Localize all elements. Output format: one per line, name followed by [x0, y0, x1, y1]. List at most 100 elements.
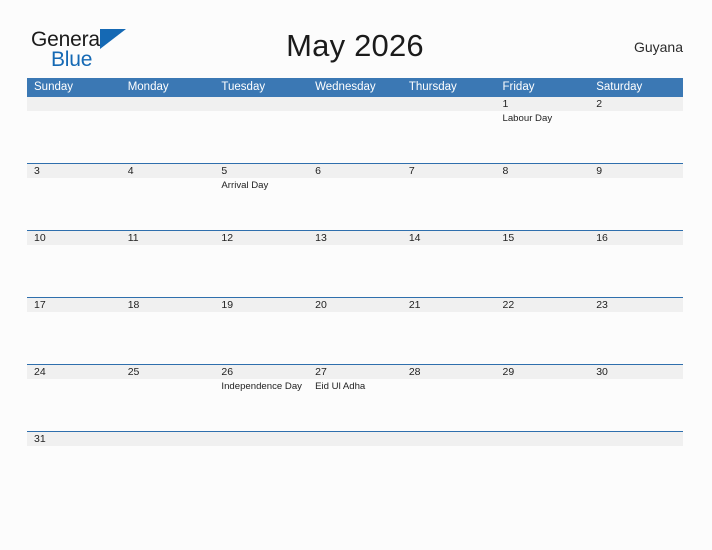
day-number-empty — [214, 432, 308, 446]
day-cell-empty — [496, 178, 590, 230]
day-number[interactable]: 12 — [214, 231, 308, 245]
day-number[interactable]: 18 — [121, 298, 215, 312]
day-number[interactable]: 30 — [589, 365, 683, 379]
day-number-empty — [402, 97, 496, 111]
week-date-number-band: 31 — [27, 432, 683, 446]
day-cell-empty — [402, 245, 496, 297]
week-date-number-band: 10 11 12 13 14 15 16 — [27, 231, 683, 245]
day-cell-empty — [27, 178, 121, 230]
day-cell-empty — [121, 446, 215, 462]
day-number[interactable]: 22 — [496, 298, 590, 312]
day-number[interactable]: 24 — [27, 365, 121, 379]
day-number[interactable]: 10 — [27, 231, 121, 245]
day-event-label: Eid Ul Adha — [315, 381, 366, 392]
day-number[interactable]: 25 — [121, 365, 215, 379]
country-label: Guyana — [633, 39, 683, 55]
day-number[interactable]: 1 — [496, 97, 590, 111]
day-number[interactable]: 29 — [496, 365, 590, 379]
day-cell-empty — [496, 312, 590, 364]
day-number[interactable]: 11 — [121, 231, 215, 245]
calendar-page: General Blue May 2026 Guyana Sunday Monda… — [0, 0, 712, 550]
day-cell-empty — [214, 245, 308, 297]
week-date-number-band: 24 25 26 27 28 29 30 — [27, 365, 683, 379]
calendar-week-row: 31 — [27, 431, 683, 462]
week-event-band — [27, 312, 683, 364]
calendar-week-row: 1 2 Labour Day — [27, 97, 683, 163]
day-cell-empty — [589, 312, 683, 364]
page-title: May 2026 — [286, 28, 424, 63]
day-cell-empty — [214, 312, 308, 364]
day-number[interactable]: 26 — [214, 365, 308, 379]
day-of-week-header-monday: Monday — [127, 81, 169, 93]
day-number[interactable]: 31 — [27, 432, 121, 446]
day-cell-empty — [402, 111, 496, 163]
calendar-weeks: 1 2 Labour Day 3 4 5 6 7 8 9 Arrival Day 10 11 12 13 14… — [27, 97, 683, 462]
day-number[interactable]: 23 — [589, 298, 683, 312]
calendar-week-row: 10 11 12 13 14 15 16 — [27, 230, 683, 297]
day-number[interactable]: 13 — [308, 231, 402, 245]
day-number-empty — [402, 432, 496, 446]
day-number-empty — [496, 432, 590, 446]
day-number-empty — [121, 97, 215, 111]
day-number[interactable]: 19 — [214, 298, 308, 312]
day-number[interactable]: 8 — [496, 164, 590, 178]
day-cell-empty — [402, 379, 496, 431]
day-of-week-header-sunday: Sunday — [34, 81, 74, 93]
day-number-empty — [121, 432, 215, 446]
day-of-week-header-row: Sunday Monday Tuesday Wednesday Thursday Frid… — [27, 78, 683, 97]
day-cell-empty — [402, 312, 496, 364]
day-cell-empty — [27, 446, 121, 462]
day-cell-empty — [589, 379, 683, 431]
day-cell-empty — [27, 379, 121, 431]
week-date-number-band: 17 18 19 20 21 22 23 — [27, 298, 683, 312]
week-date-number-band: 12 — [27, 97, 683, 111]
day-cell-empty — [27, 312, 121, 364]
day-cell-empty — [402, 446, 496, 462]
page-header: General Blue May 2026 Guyana — [27, 24, 683, 72]
day-number[interactable]: 21 — [402, 298, 496, 312]
day-cell-empty — [121, 312, 215, 364]
week-date-number-band: 3456789 — [27, 164, 683, 178]
day-number-empty — [308, 432, 402, 446]
day-event-label: Independence Day — [221, 381, 302, 392]
day-number[interactable]: 27 — [308, 365, 402, 379]
day-number[interactable]: 9 — [589, 164, 683, 178]
day-cell-empty — [121, 178, 215, 230]
day-cell-empty — [214, 446, 308, 462]
day-cell-empty — [589, 446, 683, 462]
week-event-band: Arrival Day — [27, 178, 683, 230]
day-cell-empty — [121, 245, 215, 297]
day-cell-empty — [496, 245, 590, 297]
day-number-empty — [589, 432, 683, 446]
day-cell-empty — [308, 312, 402, 364]
day-cell-empty — [121, 111, 215, 163]
day-number[interactable]: 14 — [402, 231, 496, 245]
week-event-band: Labour Day — [27, 111, 683, 163]
day-cell-empty — [308, 446, 402, 462]
day-cell-empty — [27, 245, 121, 297]
week-event-band — [27, 446, 683, 462]
day-number[interactable]: 6 — [308, 164, 402, 178]
day-number[interactable]: 16 — [589, 231, 683, 245]
day-of-week-header-wednesday: Wednesday — [315, 81, 376, 93]
day-cell-empty — [121, 379, 215, 431]
day-number[interactable]: 4 — [121, 164, 215, 178]
day-number[interactable]: 28 — [402, 365, 496, 379]
day-number[interactable]: 15 — [496, 231, 590, 245]
day-cell-empty — [308, 111, 402, 163]
day-number[interactable]: 20 — [308, 298, 402, 312]
calendar-week-row: 3 4 5 6 7 8 9 Arrival Day — [27, 163, 683, 230]
day-number[interactable]: 7 — [402, 164, 496, 178]
day-number-empty — [308, 97, 402, 111]
day-cell-empty — [496, 446, 590, 462]
day-cell-empty — [308, 245, 402, 297]
calendar-week-row: 24 25 26 27 28 29 30 Independence Day Eid Ul Adh… — [27, 364, 683, 431]
day-of-week-header-tuesday: Tuesday — [221, 81, 266, 93]
day-number[interactable]: 3 — [27, 164, 121, 178]
calendar-week-row: 17 18 19 20 21 22 23 — [27, 297, 683, 364]
day-number[interactable]: 17 — [27, 298, 121, 312]
day-of-week-header-friday: Friday — [502, 81, 535, 93]
day-of-week-header-thursday: Thursday — [408, 81, 457, 93]
day-number[interactable]: 5 — [214, 164, 308, 178]
day-number[interactable]: 2 — [589, 97, 683, 111]
